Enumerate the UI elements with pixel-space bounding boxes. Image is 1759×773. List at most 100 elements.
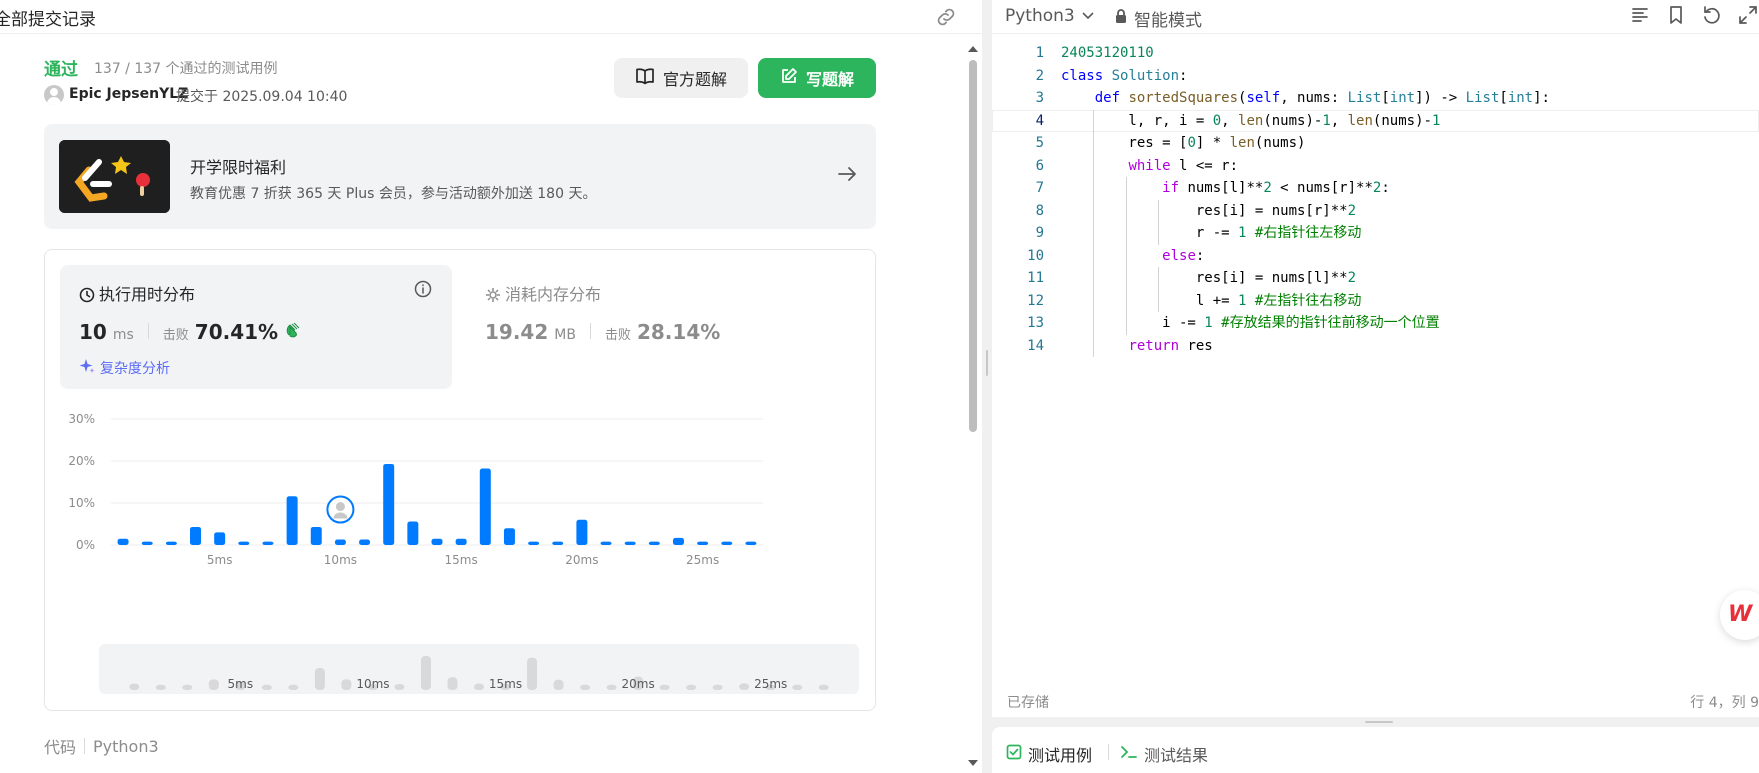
runtime-title-text: 执行用时分布 [99,285,196,304]
format-icon[interactable] [1629,4,1651,26]
runtime-beat-value: 70.41% [194,320,279,344]
chart-bar [262,541,274,545]
chart-bar [286,496,298,545]
code-line[interactable]: 8 res[i] = nums[r]**2 [992,199,1759,222]
chart-bar [334,539,346,545]
chart-bar [383,463,395,545]
scroll-up-icon[interactable] [964,42,982,56]
runtime-distribution-chart[interactable]: 0% 10% 20% 30% 5ms 10ms 15ms 20ms 25ms [45,400,875,632]
x-tick-label: 20ms [565,553,598,567]
performance-stats: 执行用时分布 10 ms 击败 70.41% 复杂度分析 消耗内存分布 19.4… [44,249,876,711]
code-text: i -= 1 #存放结果的指针往前移动一个位置 [1061,315,1440,331]
write-solution-button[interactable]: 写题解 [758,58,876,98]
edit-icon [780,67,798,89]
left-scrollbar[interactable] [964,40,982,773]
cursor-position: 行 4，列 9 [1690,695,1759,711]
book-icon [635,67,655,89]
minimap-bar [712,684,723,690]
bookmark-icon[interactable] [1665,4,1687,26]
chart-bar [165,541,177,545]
code-line[interactable]: 12 l += 1 #左指针往右移动 [992,289,1759,312]
avatar[interactable] [44,85,64,105]
code-label: 代码 [44,738,77,757]
minimap-bar [420,656,431,690]
editor-actions [1629,4,1759,26]
chart-bar [359,539,371,545]
tab-test-result[interactable]: 测试结果 [1120,742,1208,766]
runtime-beat-label: 击败 [162,328,189,343]
code-line[interactable]: 4 l, r, i = 0, len(nums)-1, len(nums)-1 [992,109,1759,132]
code-line[interactable]: 1 24053120110 [992,42,1759,65]
x-tick-label: 25ms [686,553,719,567]
chart-range-slider[interactable]: 5ms 10ms 15ms 20ms 25ms [99,644,859,694]
code-line[interactable]: 6 while l <= r: [992,154,1759,177]
chart-bar [190,526,202,545]
scroll-down-icon[interactable] [964,756,982,770]
code-text: res[i] = nums[l]**2 [1061,270,1357,286]
official-solution-button[interactable]: 官方题解 [614,58,748,98]
code-line[interactable]: 14 return res [992,334,1759,357]
code-line[interactable]: 3 def sortedSquares(self, nums: List[int… [992,87,1759,110]
minimap-bar [739,683,750,690]
line-number: 12 [1027,292,1044,309]
bottom-panel-handle[interactable] [1365,721,1393,723]
divider [147,323,149,339]
link-icon[interactable] [934,6,958,28]
minimap-bar [288,684,299,690]
code-text: while l <= r: [1128,157,1239,174]
line-number: 9 [1035,225,1044,241]
code-editor[interactable]: Python3 智能模式 1 24053120110 2 class Solution… [992,0,1759,717]
code-line[interactable]: 5 res = [0] * len(nums) [992,132,1759,155]
promo-description: 教育优惠 7 折获 365 天 Plus 会员，参与活动额外加送 180 天。 [190,186,597,202]
line-number: 7 [1035,180,1044,196]
code-text: 24053120110 [1061,45,1154,61]
line-number: 3 [1035,90,1044,106]
arrow-right-icon[interactable] [836,164,858,184]
minimap-bar [182,684,193,690]
code-line[interactable]: 10 else: [992,244,1759,267]
code-language: Python3 [93,736,159,756]
minimap-bar [606,684,617,690]
line-number: 8 [1035,202,1044,219]
memory-title[interactable]: 消耗内存分布 [485,281,601,307]
code-text: l += 1 #左指针往右移动 [1061,292,1362,309]
code-line[interactable]: 9 r -= 1 #右指针往左移动 [992,222,1759,245]
code-text: else: [1162,247,1205,264]
chart-bar [552,541,564,545]
language-select[interactable]: Python3 [1005,6,1095,26]
minimap-bar [818,684,829,690]
runtime-card[interactable]: 执行用时分布 10 ms 击败 70.41% 复杂度分析 [60,265,452,389]
minimap-bar [659,684,670,690]
status-accepted: 通过 [44,60,78,80]
submission-header: 全部提交记录 [0,0,982,34]
chart-bar [407,521,419,545]
code-line[interactable]: 7 if nums[l]**2 < nums[r]**2: [992,177,1759,200]
minimap-tick-label: 5ms [228,677,254,691]
chart-bar [117,538,129,545]
reset-icon[interactable] [1701,4,1723,26]
promo-banner[interactable]: 开学限时福利 教育优惠 7 折获 365 天 Plus 会员，参与活动额外加送 … [44,124,876,229]
expand-icon[interactable] [1737,4,1759,26]
code-area[interactable]: 1 24053120110 2 class Solution: 3 def sorted… [992,42,1759,357]
language-label: Python3 [1005,6,1075,26]
splitter-handle[interactable] [986,350,988,376]
minimap-bar [341,679,352,690]
code-line[interactable]: 2 class Solution: [992,65,1759,88]
minimap-bar [394,683,405,690]
chart-bar [672,537,684,545]
code-line[interactable]: 11 res[i] = nums[l]**2 [992,267,1759,290]
line-number: 11 [1027,270,1044,286]
runtime-unit: ms [112,327,134,343]
complexity-link[interactable]: 复杂度分析 [79,358,170,378]
info-icon[interactable] [414,280,432,298]
username[interactable]: Epic JepsenYLZ [69,86,188,102]
passed-cases: 137 / 137 个通过的测试用例 [94,61,278,77]
divider [84,738,86,754]
panel-splitter[interactable] [982,0,992,773]
smart-mode[interactable]: 智能模式 [1114,6,1202,31]
scrollbar-thumb[interactable] [969,60,977,432]
code-line[interactable]: 13 i -= 1 #存放结果的指针往前移动一个位置 [992,312,1759,335]
chart-bar [503,528,515,545]
runtime-stat: 10 ms 击败 70.41% [79,320,302,344]
tab-test-cases[interactable]: 测试用例 [1006,742,1092,766]
